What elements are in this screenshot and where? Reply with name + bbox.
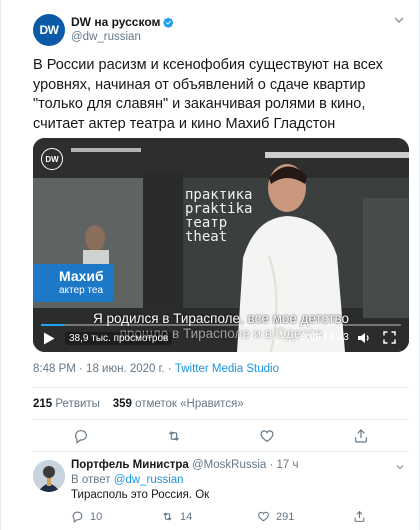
view-count: 38,9 тыс. просмотров (65, 332, 173, 345)
retweets-count: 215 (33, 398, 53, 410)
wall-signage: практика praktika театр theat (185, 188, 252, 244)
video-time: 0:06 / 1:33 (301, 332, 349, 343)
like-icon (258, 511, 269, 522)
reply-icon[interactable] (73, 428, 89, 444)
likes-stat[interactable]: 359 отметок «Нравится» (113, 398, 244, 410)
video-controls: 38,9 тыс. просмотров 0:06 / 1:33 (33, 326, 409, 352)
reply-reply-action[interactable]: 10 (71, 510, 102, 523)
author-names: DW на русском @dw_russian (71, 15, 174, 45)
reply-author-name[interactable]: Портфель Министра (71, 459, 189, 471)
reply-body: Портфель Министра @MoskRussia · 17 ч В о… (71, 458, 401, 503)
reply-icon (72, 511, 83, 523)
chevron-down-icon[interactable] (393, 14, 405, 26)
chevron-down-icon[interactable] (395, 462, 405, 472)
author-handle[interactable]: @dw_russian (71, 30, 174, 45)
retweet-icon[interactable] (166, 428, 182, 444)
author-name-text: DW на русском (71, 15, 161, 29)
retweets-stat[interactable]: 215 Ретвиты (33, 398, 100, 410)
verified-icon (163, 17, 174, 28)
likes-label: отметок «Нравится» (131, 398, 244, 410)
reply-retweet-action[interactable]: 14 (161, 510, 192, 523)
tweet-source-link[interactable]: Twitter Media Studio (175, 363, 279, 375)
reply-retweet-count: 14 (180, 510, 193, 523)
current-time: 0:06 (301, 332, 322, 343)
tweet-stats: 215 Ретвиты 359 отметок «Нравится» (33, 398, 244, 410)
reply-like-action[interactable]: 291 (257, 510, 294, 523)
avatar[interactable]: DW (33, 14, 65, 46)
name-tag-overlay: Махиб актер теа (33, 264, 113, 302)
tweet-text: В России расизм и ксенофобия существуют … (33, 57, 383, 132)
tweet-meta: 8:48 PM · 18 июн. 2020 г. · Twitter Medi… (33, 363, 279, 375)
retweet-icon (163, 512, 172, 521)
share-icon (354, 510, 365, 522)
reply-like-count: 291 (276, 510, 295, 523)
dw-logo-badge: DW (41, 148, 63, 170)
reply-avatar[interactable] (33, 460, 65, 492)
duration: / 1:33 (321, 332, 349, 343)
video-player[interactable]: DW практика praktika театр theat Махиб а… (33, 138, 409, 352)
wall-text-line: театр (185, 215, 228, 231)
likes-count: 359 (112, 398, 132, 410)
reply-reply-count: 10 (90, 510, 103, 523)
volume-icon[interactable] (357, 331, 371, 345)
wall-text-line: praktika (185, 201, 253, 217)
name-tag-role: актер теа (59, 285, 104, 296)
divider (33, 451, 409, 452)
retweets-label: Ретвиты (52, 398, 100, 410)
name-tag-name: Махиб (59, 268, 104, 284)
reply-avatar-image (33, 460, 65, 492)
divider (33, 419, 409, 420)
reply-context: В ответ @dw_russian (71, 473, 401, 488)
divider (33, 387, 409, 388)
wall-text-line: практика (185, 187, 253, 203)
avatar-text: DW (39, 23, 60, 37)
tweet-header: DW DW на русском @dw_russian (33, 10, 174, 50)
reply-to-link[interactable]: @dw_russian (114, 474, 184, 486)
share-icon[interactable] (353, 428, 369, 444)
reply-text: Тирасполь это Россия. Ок (71, 489, 210, 501)
tweet-card: DW DW на русском @dw_russian В России ра… (0, 0, 420, 530)
reply-context-prefix: В ответ (71, 474, 114, 486)
fullscreen-icon[interactable] (383, 331, 396, 344)
tweet-timestamp[interactable]: 8:48 PM · 18 июн. 2020 г. · (33, 363, 175, 375)
author-display-name[interactable]: DW на русском (71, 15, 174, 30)
like-icon[interactable] (259, 428, 275, 444)
reply-author-handle[interactable]: @MoskRussia · 17 ч (189, 459, 299, 471)
reply-share-action[interactable] (353, 510, 372, 523)
play-icon[interactable] (43, 332, 55, 345)
wall-text-line: theat (185, 229, 228, 245)
